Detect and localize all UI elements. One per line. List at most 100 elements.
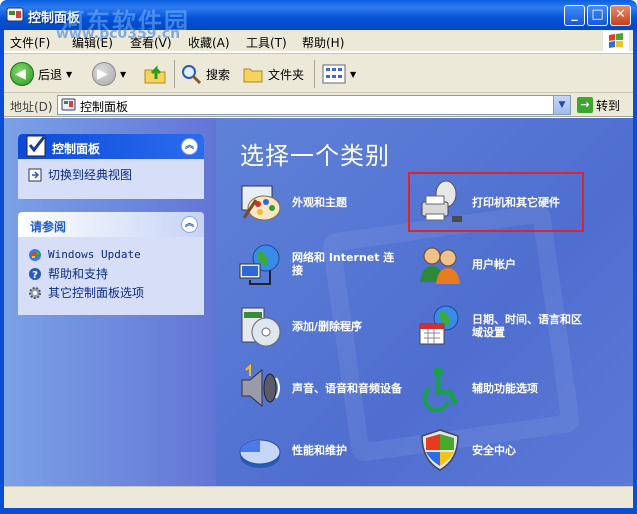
go-arrow-icon: →: [577, 97, 593, 113]
window-frame-bottom: [0, 508, 637, 514]
category-sounds[interactable]: 声音、语音和音频设备: [236, 364, 402, 412]
calendar-globe-icon: [419, 305, 459, 345]
accessibility-icon: [422, 367, 459, 412]
folders-label: 文件夹: [268, 67, 305, 82]
category-accessibility[interactable]: 辅助功能选项: [416, 364, 538, 412]
cd-box-icon: [241, 307, 281, 347]
windows-logo-icon: [603, 31, 629, 51]
watermark-url: www.pc0359.cn: [56, 26, 181, 42]
folders-icon: [243, 68, 263, 83]
task-box-body: 切换到经典视图: [18, 159, 204, 199]
category-label: 网络和 Internet 连接: [292, 251, 395, 277]
collapse-icon[interactable]: ︽: [181, 216, 198, 233]
category-label: 辅助功能选项: [472, 381, 538, 395]
category-label: 外观和主题: [292, 195, 347, 209]
close-button[interactable]: ✕: [610, 5, 631, 26]
task-pane: 控制面板 ︽ 切换到经典视图 请参阅 ︽ Windows Update ? 帮助…: [4, 118, 216, 486]
toolbar-separator: [174, 60, 175, 88]
help-support-link[interactable]: ? 帮助和支持: [28, 264, 194, 283]
window-frame-right: [633, 30, 637, 514]
palette-icon: [241, 185, 281, 221]
shield-icon: [421, 429, 459, 471]
pick-category-heading: 选择一个类别: [240, 142, 390, 170]
minimize-button[interactable]: _: [564, 5, 585, 26]
collapse-icon[interactable]: ︽: [181, 138, 198, 155]
see-also-task-box: 请参阅 ︽ Windows Update ? 帮助和支持 其它控制面板选项: [18, 212, 204, 315]
search-label: 搜索: [206, 67, 231, 82]
status-bar: [4, 486, 633, 508]
users-icon: [420, 247, 460, 284]
search-icon: [182, 65, 202, 85]
category-performance[interactable]: 性能和维护: [236, 426, 347, 474]
toolbar: ◀ 后退 ▼ ▶ ▼ 搜索 文件夹 ▼: [4, 53, 633, 93]
other-options-link[interactable]: 其它控制面板选项: [28, 283, 194, 302]
help-icon: ?: [29, 267, 41, 281]
up-folder-icon: [144, 65, 166, 84]
pie-chart-icon: [239, 439, 281, 468]
back-button[interactable]: ◀ 后退 ▼: [10, 60, 72, 88]
folders-button[interactable]: 文件夹: [242, 60, 304, 88]
forward-button[interactable]: ▶ ▼: [92, 60, 126, 88]
back-arrow-icon: ◀: [10, 62, 34, 86]
search-button[interactable]: 搜索: [180, 60, 230, 88]
highlight-box: [408, 172, 584, 232]
views-button[interactable]: ▼: [322, 60, 356, 88]
see-also-header[interactable]: 请参阅 ︽: [18, 212, 204, 237]
menu-file[interactable]: 文件(F): [10, 34, 50, 51]
up-folder-button[interactable]: [142, 60, 168, 88]
category-security-center[interactable]: 安全中心: [416, 426, 516, 474]
address-label: 地址(D): [10, 100, 53, 114]
other-options-label: 其它控制面板选项: [48, 286, 145, 300]
address-bar: 地址(D) 控制面板 ▼ → 转到: [4, 93, 633, 117]
address-dropdown-icon[interactable]: ▼: [553, 96, 570, 114]
category-label: 添加/删除程序: [292, 319, 363, 333]
forward-arrow-icon: ▶: [92, 62, 116, 86]
views-dropdown-icon[interactable]: ▼: [350, 70, 356, 79]
forward-dropdown-icon[interactable]: ▼: [120, 70, 126, 79]
help-support-label: 帮助和支持: [48, 267, 109, 281]
checklist-icon: [26, 135, 46, 157]
control-panel-icon: [6, 7, 24, 22]
menu-bar: 文件(F) 编辑(E) 查看(V) 收藏(A) 工具(T) 帮助(H) www.…: [4, 26, 633, 52]
toolbar-separator: [314, 60, 315, 88]
see-also-body: Windows Update ? 帮助和支持 其它控制面板选项: [18, 237, 204, 315]
category-appearance[interactable]: 外观和主题: [236, 178, 347, 226]
globe-network-icon: [239, 244, 280, 285]
category-label: 日期、时间、语言和区域设置: [472, 313, 582, 339]
category-label: 安全中心: [472, 443, 516, 457]
windows-update-label: Windows Update: [48, 248, 141, 261]
task-box-header[interactable]: 控制面板 ︽: [18, 134, 204, 159]
go-label: 转到: [596, 98, 621, 113]
back-dropdown-icon[interactable]: ▼: [66, 70, 72, 79]
go-button[interactable]: → 转到: [577, 95, 629, 115]
back-label: 后退: [38, 67, 63, 82]
maximize-button[interactable]: □: [587, 5, 608, 26]
category-date-time-language[interactable]: 日期、时间、语言和区域设置: [416, 302, 582, 350]
content-area: 控制面板 ︽ 切换到经典视图 请参阅 ︽ Windows Update ? 帮助…: [4, 118, 633, 486]
control-panel-small-icon: [61, 98, 76, 111]
windows-update-link[interactable]: Windows Update: [28, 245, 194, 264]
views-icon: [322, 64, 346, 84]
menu-help[interactable]: 帮助(H): [302, 34, 344, 51]
windows-update-icon: [29, 248, 41, 261]
switch-classic-view-label: 切换到经典视图: [48, 168, 133, 182]
category-label: 声音、语音和音频设备: [292, 381, 402, 395]
see-also-title: 请参阅: [30, 220, 67, 234]
task-box-title: 控制面板: [52, 142, 101, 156]
menu-tools[interactable]: 工具(T): [246, 34, 287, 51]
menu-favorites[interactable]: 收藏(A): [188, 34, 230, 51]
category-add-remove-programs[interactable]: 添加/删除程序: [236, 302, 362, 350]
category-pane: 选择一个类别 外观和主题 打印机和其它硬件 网络和 Internet 连接 用户…: [216, 118, 633, 486]
speaker-icon: [241, 364, 280, 408]
control-panel-task-box: 控制面板 ︽ 切换到经典视图: [18, 134, 204, 199]
category-network[interactable]: 网络和 Internet 连接: [236, 240, 402, 288]
switch-classic-view-link[interactable]: 切换到经典视图: [28, 165, 194, 184]
svg-text:?: ?: [32, 270, 38, 281]
gear-icon: [29, 286, 41, 299]
switch-view-icon: [28, 168, 42, 181]
category-label: 用户帐户: [472, 257, 516, 271]
address-value: 控制面板: [80, 100, 129, 114]
address-input[interactable]: 控制面板 ▼: [57, 95, 571, 115]
category-user-accounts[interactable]: 用户帐户: [416, 240, 516, 288]
category-label: 性能和维护: [292, 443, 347, 457]
